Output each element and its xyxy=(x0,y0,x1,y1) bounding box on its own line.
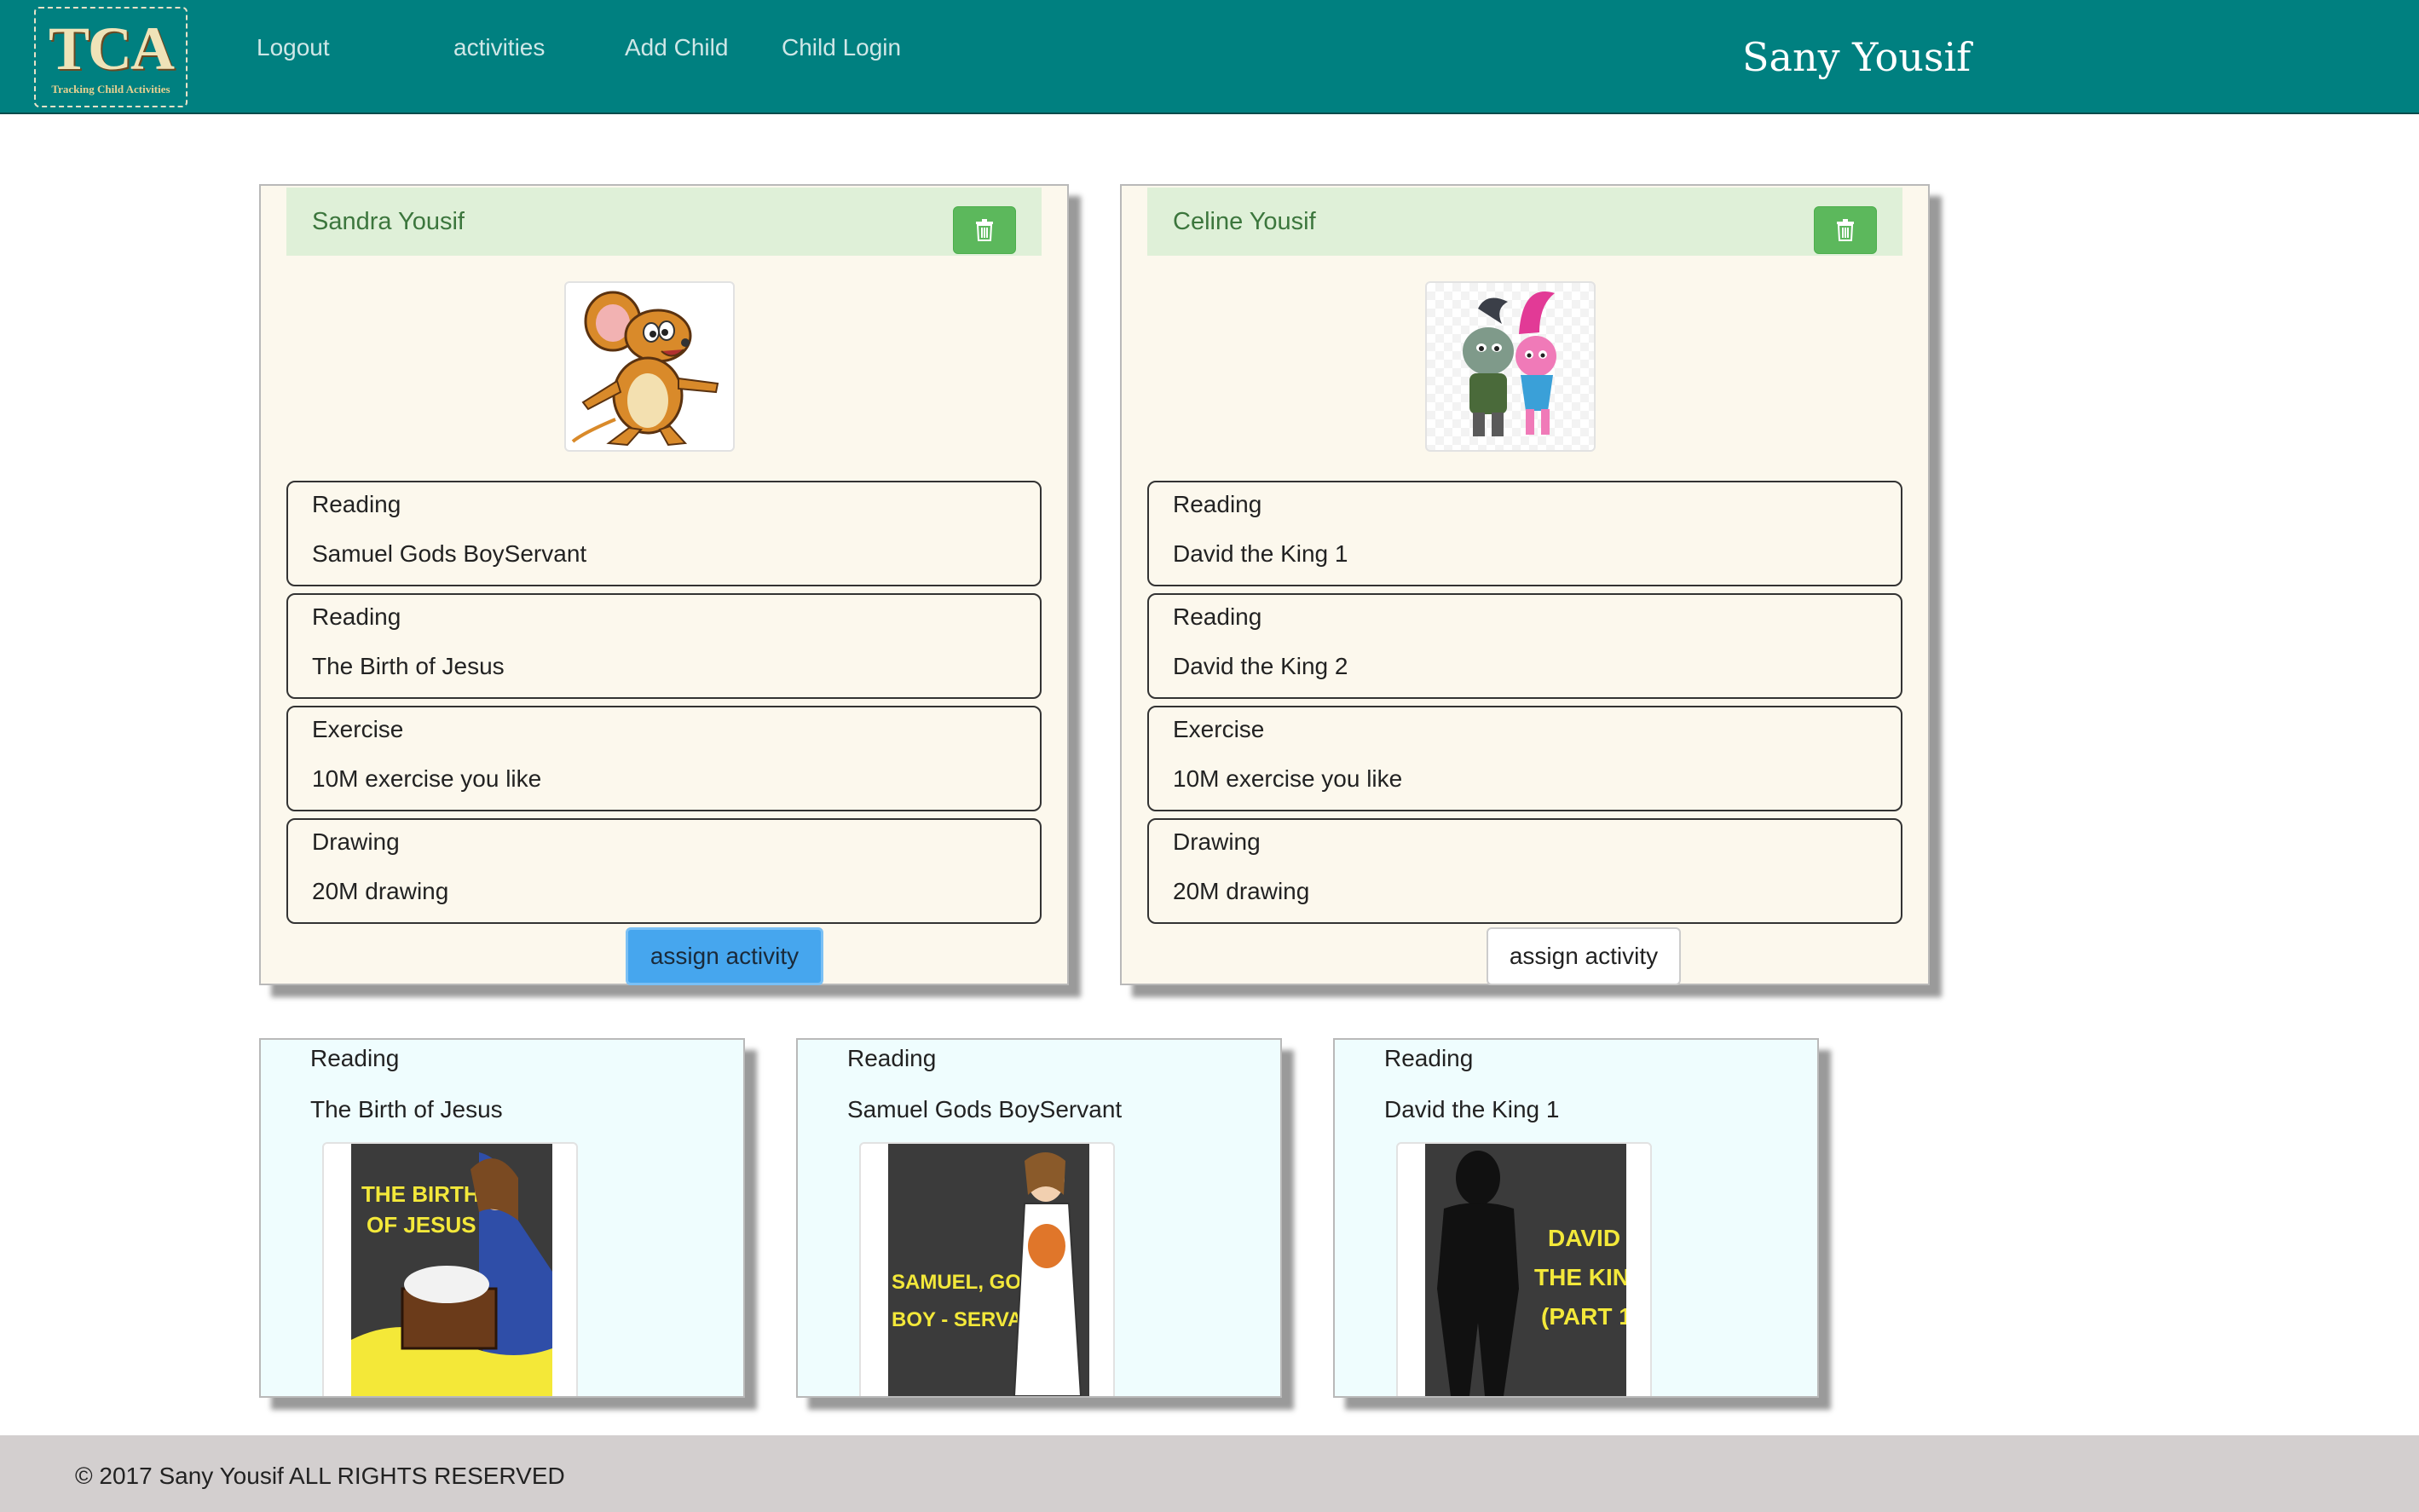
child-avatar xyxy=(1425,281,1596,452)
child-avatar xyxy=(564,281,735,452)
assign-activity-button[interactable]: assign activity xyxy=(626,927,823,985)
cover-title-line: THE BIRTH xyxy=(361,1181,480,1207)
cover-title-line: THE KING xyxy=(1534,1264,1626,1290)
tca-logo[interactable]: TCA Tracking Child Activities xyxy=(34,7,188,107)
child-card-header: Celine Yousif xyxy=(1147,188,1902,256)
activity-name: David the King 1 xyxy=(1173,540,1348,567)
cartoon-mouse-icon xyxy=(571,291,719,447)
activity-name: 20M drawing xyxy=(312,878,449,904)
nav-logout-link[interactable]: Logout xyxy=(257,34,330,61)
cover-title-line: OF JESUS xyxy=(367,1212,476,1238)
child-card: Celine Yousif Reading David the King 1 R… xyxy=(1120,184,1930,985)
activity-card-type: Reading xyxy=(1384,1045,1474,1071)
cover-title-line: DAVID xyxy=(1548,1225,1620,1251)
logo-subtitle: Tracking Child Activities xyxy=(51,83,170,95)
activity-type: Reading xyxy=(1173,491,1262,517)
activity-cover-frame: DAVID THE KING (PART 1) xyxy=(1396,1142,1652,1396)
book-cover-samuel: SAMUEL, GOD'S BOY - SERVANT xyxy=(888,1144,1089,1396)
activity-card-type: Reading xyxy=(310,1045,400,1071)
copyright-text: © 2017 Sany Yousif ALL RIGHTS RESERVED xyxy=(75,1463,565,1489)
assigned-activity: Reading Samuel Gods BoyServant xyxy=(286,481,1042,586)
activity-cover-frame: SAMUEL, GOD'S BOY - SERVANT xyxy=(859,1142,1115,1396)
book-cover-david-the-king: DAVID THE KING (PART 1) xyxy=(1425,1144,1626,1396)
trash-icon xyxy=(976,219,993,241)
activity-type: Exercise xyxy=(1173,716,1265,742)
logo-text: TCA xyxy=(48,14,175,83)
activity-type: Reading xyxy=(1173,603,1262,630)
page-footer: © 2017 Sany Yousif ALL RIGHTS RESERVED xyxy=(0,1435,2419,1512)
activity-card-type: Reading xyxy=(847,1045,937,1071)
top-navbar: TCA Tracking Child Activities Logout act… xyxy=(0,0,2419,114)
assigned-activity: Reading The Birth of Jesus xyxy=(286,593,1042,699)
troll-characters-icon xyxy=(1463,291,1556,436)
activity-name: The Birth of Jesus xyxy=(312,653,505,679)
activity-type: Reading xyxy=(312,491,401,517)
signed-in-user-name: Sany Yousif xyxy=(1742,34,1972,80)
activity-cover-image: SAMUEL, GOD'S BOY - SERVANT xyxy=(888,1144,1089,1396)
activity-name: 10M exercise you like xyxy=(1173,765,1403,792)
book-cover-birth-of-jesus: THE BIRTH OF JESUS xyxy=(351,1144,552,1396)
activity-type: Drawing xyxy=(312,828,400,855)
trash-icon xyxy=(1837,219,1854,241)
nav-add-child-link[interactable]: Add Child xyxy=(625,34,728,61)
activity-cover-image: DAVID THE KING (PART 1) xyxy=(1425,1144,1626,1396)
delete-child-button[interactable] xyxy=(1814,206,1877,254)
activity-type: Reading xyxy=(312,603,401,630)
activity-card-name: David the King 1 xyxy=(1384,1096,1560,1122)
activity-card[interactable]: Reading The Birth of Jesus THE BIRTH OF … xyxy=(259,1038,745,1398)
assigned-activity: Reading David the King 1 xyxy=(1147,481,1902,586)
child-card: Sandra Yousif Reading Samuel Gods BoySer… xyxy=(259,184,1069,985)
nav-activities-link[interactable]: activities xyxy=(453,34,545,61)
activity-cover-frame: THE BIRTH OF JESUS xyxy=(322,1142,578,1396)
activity-name: David the King 2 xyxy=(1173,653,1348,679)
activity-name: 10M exercise you like xyxy=(312,765,542,792)
child-name: Sandra Yousif xyxy=(312,208,465,235)
activity-card-name: Samuel Gods BoyServant xyxy=(847,1096,1123,1122)
assigned-activity: Reading David the King 2 xyxy=(1147,593,1902,699)
child-card-header: Sandra Yousif xyxy=(286,188,1042,256)
activity-name: 20M drawing xyxy=(1173,878,1310,904)
activity-card[interactable]: Reading David the King 1 DAVID THE KING … xyxy=(1333,1038,1819,1398)
assigned-activity: Exercise 10M exercise you like xyxy=(1147,706,1902,811)
assigned-activity: Drawing 20M drawing xyxy=(1147,818,1902,924)
activity-type: Drawing xyxy=(1173,828,1261,855)
nav-child-login-link[interactable]: Child Login xyxy=(782,34,901,61)
assigned-activity: Exercise 10M exercise you like xyxy=(286,706,1042,811)
child-name: Celine Yousif xyxy=(1173,208,1316,235)
delete-child-button[interactable] xyxy=(953,206,1016,254)
activity-type: Exercise xyxy=(312,716,404,742)
activity-card-name: The Birth of Jesus xyxy=(310,1096,503,1122)
cover-title-line: (PART 1) xyxy=(1541,1303,1626,1330)
activity-name: Samuel Gods BoyServant xyxy=(312,540,587,567)
assign-activity-button[interactable]: assign activity xyxy=(1487,927,1681,985)
activity-card[interactable]: Reading Samuel Gods BoyServant SAMUEL, G… xyxy=(796,1038,1282,1398)
assigned-activity: Drawing 20M drawing xyxy=(286,818,1042,924)
activity-cover-image: THE BIRTH OF JESUS xyxy=(351,1144,552,1396)
